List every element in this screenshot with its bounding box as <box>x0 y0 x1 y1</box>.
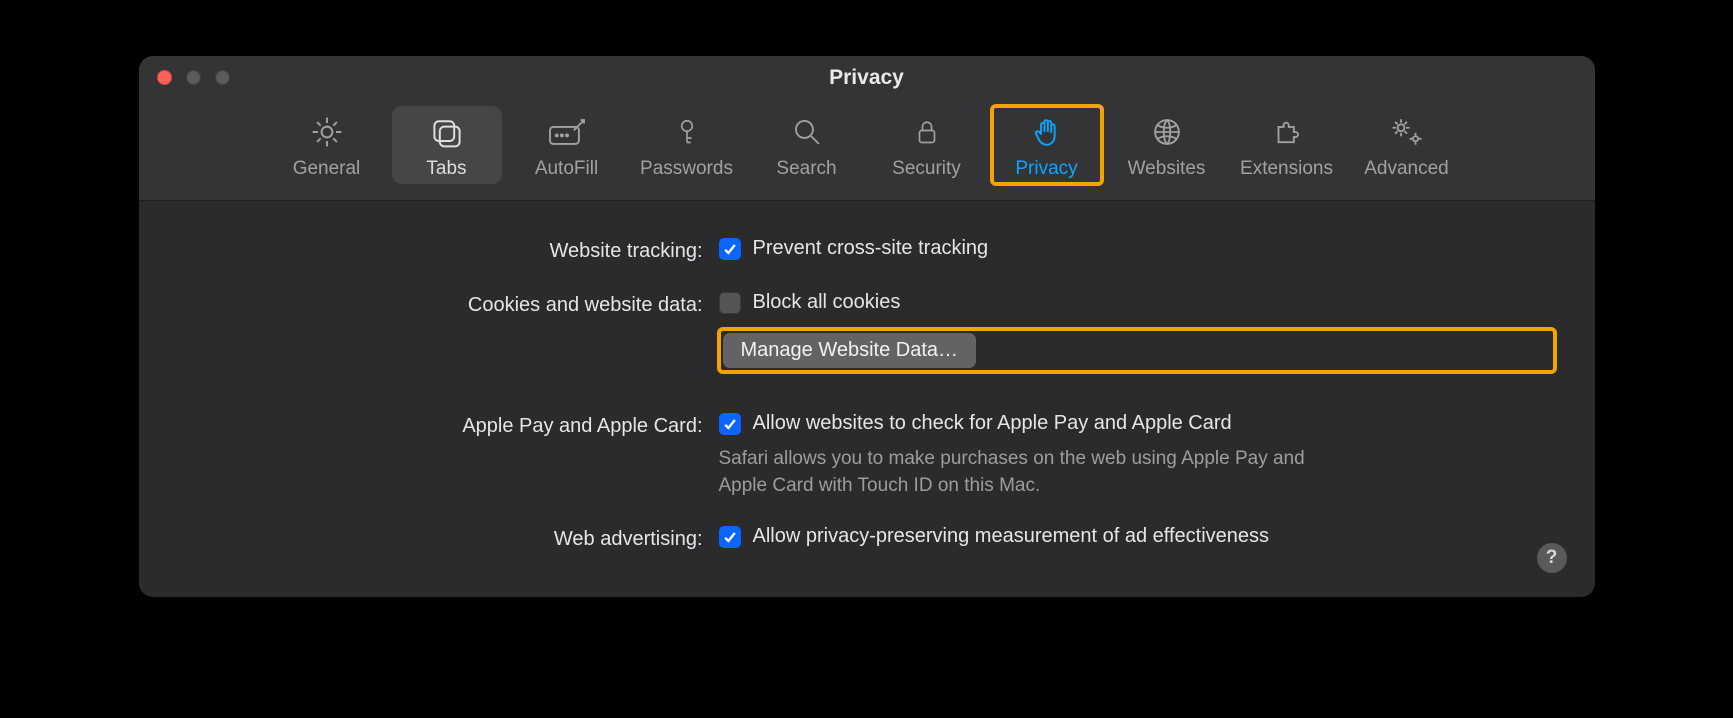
key-icon <box>666 114 708 150</box>
window-title: Privacy <box>139 66 1595 90</box>
preferences-toolbar: General Tabs AutoFill Passwords <box>139 100 1595 200</box>
help-button[interactable]: ? <box>1537 543 1567 573</box>
globe-icon <box>1146 114 1188 150</box>
help-label: ? <box>1546 547 1558 569</box>
autofill-icon <box>546 114 588 150</box>
tabs-icon <box>426 114 468 150</box>
tab-autofill[interactable]: AutoFill <box>512 106 622 184</box>
tab-general[interactable]: General <box>272 106 382 184</box>
lock-icon <box>906 114 948 150</box>
gears-icon <box>1386 114 1428 150</box>
tab-search[interactable]: Search <box>752 106 862 184</box>
tab-label: Advanced <box>1364 158 1449 180</box>
tab-label: General <box>293 158 361 180</box>
row-web-advertising: Web advertising: Allow privacy-preservin… <box>179 525 1555 553</box>
tab-label: Search <box>776 158 836 180</box>
tab-label: Security <box>892 158 961 180</box>
tab-label: Passwords <box>640 158 733 180</box>
gear-icon <box>306 114 348 150</box>
checkbox-label: Allow websites to check for Apple Pay an… <box>753 412 1232 435</box>
tab-extensions[interactable]: Extensions <box>1232 106 1342 184</box>
row-cookies: Cookies and website data: Block all cook… <box>179 291 1555 319</box>
tab-websites[interactable]: Websites <box>1112 106 1222 184</box>
titlebar: Privacy General Tabs AutoFill <box>139 56 1595 201</box>
tab-label: Tabs <box>426 158 466 180</box>
row-apple-pay: Apple Pay and Apple Card: Allow websites… <box>179 412 1555 499</box>
checkbox-prevent-cross-site-tracking[interactable] <box>719 238 741 260</box>
row-manage-data: Manage Website Data… <box>179 329 1555 372</box>
label-cookies: Cookies and website data: <box>179 291 719 319</box>
label-web-advertising: Web advertising: <box>179 525 719 553</box>
checkbox-label: Block all cookies <box>753 291 901 314</box>
manage-website-data-button[interactable]: Manage Website Data… <box>723 333 977 368</box>
tab-advanced[interactable]: Advanced <box>1352 106 1462 184</box>
privacy-pane: Website tracking: Prevent cross-site tra… <box>139 201 1595 597</box>
row-website-tracking: Website tracking: Prevent cross-site tra… <box>179 237 1555 265</box>
tab-label: Websites <box>1128 158 1206 180</box>
tab-tabs[interactable]: Tabs <box>392 106 502 184</box>
preferences-window: Privacy General Tabs AutoFill <box>139 56 1595 597</box>
hand-icon <box>1026 114 1068 150</box>
checkbox-label: Prevent cross-site tracking <box>753 237 989 260</box>
apple-pay-description: Safari allows you to make purchases on t… <box>719 445 1339 499</box>
highlight-manage-website-data: Manage Website Data… <box>719 329 1555 372</box>
tab-label: Privacy <box>1015 158 1077 180</box>
tab-label: AutoFill <box>535 158 598 180</box>
tab-security[interactable]: Security <box>872 106 982 184</box>
label-apple-pay: Apple Pay and Apple Card: <box>179 412 719 440</box>
checkbox-ad-measurement[interactable] <box>719 526 741 548</box>
puzzle-icon <box>1266 114 1308 150</box>
tab-label: Extensions <box>1240 158 1333 180</box>
label-website-tracking: Website tracking: <box>179 237 719 265</box>
tab-passwords[interactable]: Passwords <box>632 106 742 184</box>
checkbox-apple-pay[interactable] <box>719 413 741 435</box>
search-icon <box>786 114 828 150</box>
checkbox-label: Allow privacy-preserving measurement of … <box>753 525 1270 548</box>
tab-privacy[interactable]: Privacy <box>992 106 1102 184</box>
checkbox-block-all-cookies[interactable] <box>719 292 741 314</box>
